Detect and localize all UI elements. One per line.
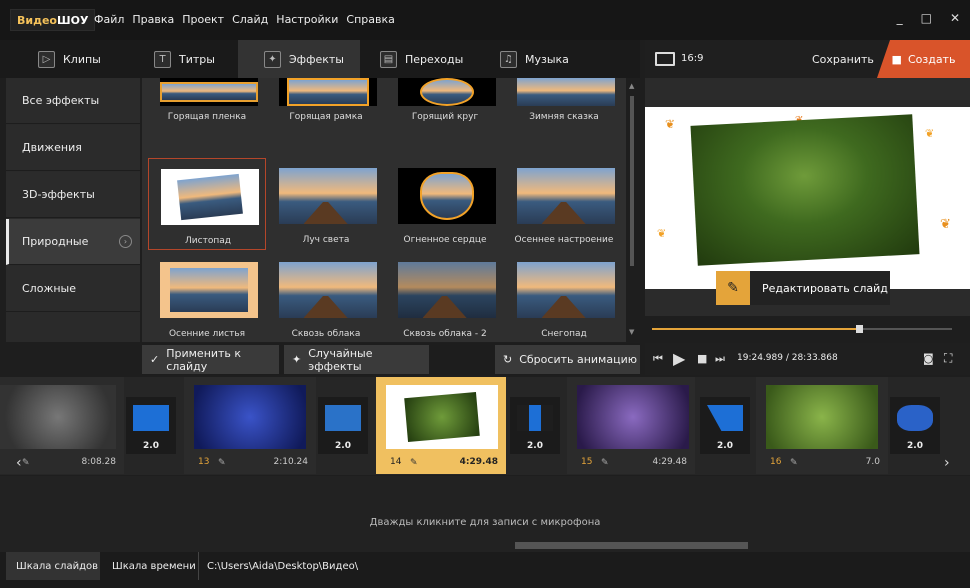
category-3d[interactable]: 3D-эффекты [6,172,140,218]
leaf-icon: ❦ [925,127,935,140]
effect-item[interactable]: Осеннее настроение [505,158,623,250]
effect-categories: Все эффекты Движения 3D-эффекты Природны… [6,78,140,342]
window-controls: _ □ ✕ [897,11,960,25]
time-display: 19:24.989 / 28:33.868 [737,353,838,363]
previous-icon[interactable]: ⏮ [653,352,663,366]
tab-music[interactable]: ♫ Музыка [490,40,610,78]
playback-controls: ⏮ ▶ ■ ⏭ 19:24.989 / 28:33.868 ◙ ⛶ [645,343,970,375]
leaf-icon: ❦ [665,117,676,131]
audio-track[interactable]: Дважды кликните для записи с микрофона [0,476,970,552]
stop-icon[interactable]: ■ [697,352,707,365]
effect-item[interactable]: Горящая пленка [148,78,266,140]
film-icon: ▤ [380,50,397,68]
timeline-transition[interactable]: 2.0 [126,397,176,454]
play-icon: ▷ [38,50,55,68]
minimize-icon[interactable]: _ [897,11,903,25]
timeline-scrollbar[interactable] [515,542,748,549]
save-button[interactable]: Сохранить [812,53,874,66]
chevron-right-icon: › [119,235,132,248]
microphone-hint: Дважды кликните для записи с микрофона [369,517,601,528]
menu-settings[interactable]: Настройки [276,13,338,26]
scroll-up-icon[interactable]: ▲ [629,82,634,90]
timeline-transition[interactable]: 2.0 [510,397,560,454]
category-nature[interactable]: Природные › [6,219,140,265]
effect-item[interactable]: Горящий круг [386,78,504,140]
camera-icon: ■ [891,52,902,66]
reset-icon: ↻ [503,353,513,366]
tab-time-scale[interactable]: Шкала времени [104,552,196,580]
text-icon: T [154,50,171,68]
effect-item[interactable]: Горящая рамка [267,78,385,140]
music-icon: ♫ [500,50,517,68]
pencil-icon[interactable]: ✎ [22,458,30,468]
menu-help[interactable]: Справка [346,13,394,26]
pencil-icon[interactable]: ✎ [790,458,798,468]
wand-icon: ✦ [292,353,302,366]
menu-edit[interactable]: Правка [132,13,174,26]
category-complex[interactable]: Сложные [6,266,140,312]
timeline-slide[interactable]: 16 ✎ 7.0 [756,377,888,474]
menu-slide[interactable]: Слайд [232,13,268,26]
effect-item[interactable]: Снегопад [505,252,623,342]
create-button[interactable]: ■ Создать [877,40,970,78]
app-logo: Видео ШОУ [10,9,96,31]
scroll-down-icon[interactable]: ▼ [629,328,634,336]
effects-scrollbar[interactable]: ▲ ▼ [628,82,636,340]
effect-item[interactable]: Осенние листья [148,252,266,342]
tab-effects[interactable]: ✦ Эффекты [238,40,360,78]
tab-bar: ▷ Клипы T Титры ✦ Эффекты ▤ Переходы ♫ Музыка [0,40,640,78]
check-icon: ✓ [150,353,160,366]
pencil-icon[interactable]: ✎ [410,458,418,468]
effect-item[interactable]: Сквозь облака [267,252,385,342]
scroll-thumb[interactable] [630,96,634,266]
wand-icon: ✦ [264,50,281,68]
maximize-icon[interactable]: □ [921,11,932,25]
tab-titles[interactable]: T Титры [124,40,234,78]
progress-fill [652,328,859,330]
category-all[interactable]: Все эффекты [6,78,140,124]
monitor-icon [655,52,675,66]
effect-item[interactable]: Зимняя сказка [505,78,623,140]
menu-file[interactable]: Файл [94,13,124,26]
chevron-right-icon[interactable]: › [944,455,950,471]
tab-clips[interactable]: ▷ Клипы [6,40,116,78]
timeline-slide-selected[interactable]: 14 ✎ 4:29.48 [376,377,506,474]
aspect-ratio[interactable]: 16:9 [681,53,703,64]
leaf-icon: ❦ [940,217,951,232]
timeline-slide[interactable]: 13 ✎ 2:10.24 [184,377,316,474]
effect-item[interactable]: Огненное сердце [386,158,504,250]
chevron-left-icon[interactable]: ‹ [16,455,22,471]
next-icon[interactable]: ⏭ [715,352,725,366]
leaf-icon: ❦ [657,227,667,240]
edit-slide-button[interactable]: ✎ Редактировать слайд [716,271,890,305]
preview-progress[interactable] [652,325,952,333]
project-path: C:\Users\Aida\Desktop\Видео\ [198,552,498,580]
tab-transitions[interactable]: ▤ Переходы [366,40,486,78]
timeline-slide[interactable]: 15 ✎ 4:29.48 [567,377,695,474]
effect-item[interactable]: Сквозь облака - 2 [386,252,504,342]
effect-item[interactable]: Луч света [267,158,385,250]
random-effects-button[interactable]: ✦ Случайные эффекты [284,345,429,374]
menu-project[interactable]: Проект [182,13,224,26]
reset-animation-button[interactable]: ↻ Сбросить анимацию [495,345,640,374]
fullscreen-icon[interactable]: ⛶ [944,351,952,366]
preview-photo [690,114,920,266]
category-motion[interactable]: Движения [6,125,140,171]
pencil-icon[interactable]: ✎ [601,458,609,468]
timeline-transition[interactable]: 2.0 [890,397,940,454]
play-icon[interactable]: ▶ [673,349,685,368]
close-icon[interactable]: ✕ [950,11,960,25]
effect-item-selected[interactable]: Листопад [148,158,266,250]
progress-handle[interactable] [856,325,863,333]
apply-to-slide-button[interactable]: ✓ Применить к слайду [142,345,279,374]
menu-bar: Файл Правка Проект Слайд Настройки Справ… [94,13,403,26]
timeline-transition[interactable]: 2.0 [318,397,368,454]
tab-slide-scale[interactable]: Шкала слайдов [6,552,100,580]
pencil-icon: ✎ [716,271,750,305]
snapshot-icon[interactable]: ◙ [923,352,934,365]
timeline-transition[interactable]: 2.0 [700,397,750,454]
effects-grid: Горящая пленка Горящая рамка Горящий кру… [142,78,626,342]
pencil-icon[interactable]: ✎ [218,458,226,468]
